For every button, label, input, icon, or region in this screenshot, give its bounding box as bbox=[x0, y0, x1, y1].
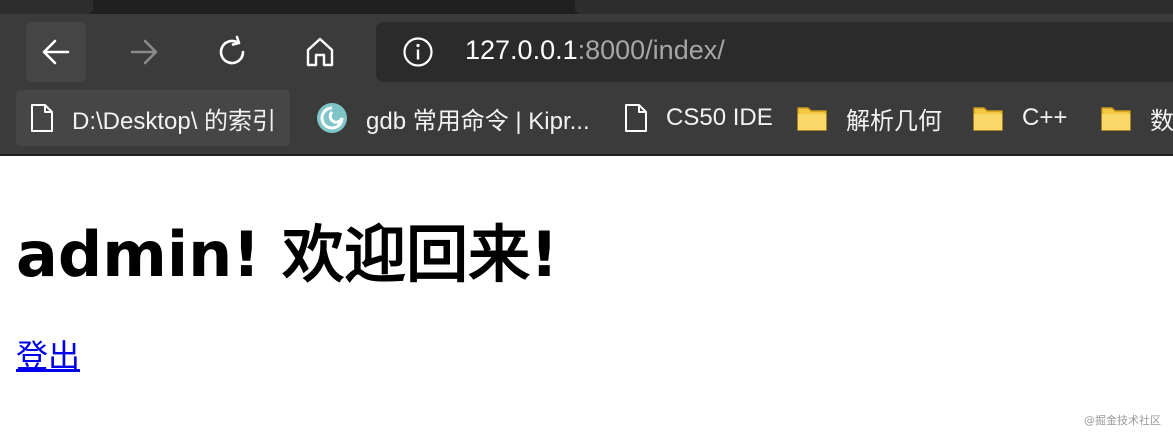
bookmark-folder-cpp[interactable]: C++ bbox=[972, 90, 1067, 146]
tab-left[interactable] bbox=[0, 0, 93, 14]
folder-icon bbox=[1100, 104, 1132, 132]
bookmark-label: 数 bbox=[1150, 107, 1173, 135]
bookmark-label: 解析几何 bbox=[846, 107, 942, 135]
url-host: 127.0.0.1 bbox=[465, 35, 578, 65]
bookmark-gdb[interactable]: gdb 常用命令 | Kipr... bbox=[316, 90, 590, 146]
logout-link[interactable]: 登出 bbox=[16, 331, 80, 377]
reload-button[interactable] bbox=[202, 22, 262, 82]
bookmark-label: gdb 常用命令 | Kipr... bbox=[366, 107, 590, 135]
browser-chrome: 127.0.0.1:8000/index/ D:\Desktop\ 的索引 gd… bbox=[0, 0, 1173, 156]
folder-icon bbox=[972, 104, 1004, 132]
site-info-icon[interactable] bbox=[402, 36, 434, 72]
page-heading: admin! 欢迎回来! bbox=[16, 218, 559, 291]
file-icon bbox=[30, 103, 54, 133]
address-bar[interactable]: 127.0.0.1:8000/index/ bbox=[376, 22, 1173, 82]
forward-arrow-icon bbox=[130, 39, 158, 65]
back-button[interactable] bbox=[26, 22, 86, 82]
reload-icon bbox=[219, 35, 245, 65]
back-arrow-icon bbox=[42, 39, 70, 65]
forward-button[interactable] bbox=[114, 22, 174, 82]
bookmark-cs50-ide[interactable]: CS50 IDE bbox=[624, 90, 773, 146]
bookmark-label: D:\Desktop\ 的索引 bbox=[72, 107, 277, 135]
folder-icon bbox=[796, 104, 828, 132]
tab-strip bbox=[0, 0, 1173, 14]
bookmark-folder-analytic-geometry[interactable]: 解析几何 bbox=[796, 90, 942, 146]
page-content: admin! 欢迎回来! 登出 @掘金技术社区 bbox=[0, 156, 1173, 436]
file-icon bbox=[624, 103, 648, 133]
bookmark-desktop-index[interactable]: D:\Desktop\ 的索引 bbox=[16, 90, 291, 146]
watermark: @掘金技术社区 bbox=[1084, 414, 1161, 427]
bookmark-folder-math[interactable]: 数 bbox=[1100, 90, 1173, 146]
toolbar: 127.0.0.1:8000/index/ bbox=[0, 14, 1173, 90]
site-favicon-icon bbox=[316, 102, 348, 134]
bookmark-label: C++ bbox=[1022, 104, 1068, 131]
home-button[interactable] bbox=[290, 22, 350, 82]
bookmarks-bar: D:\Desktop\ 的索引 gdb 常用命令 | Kipr... CS50 … bbox=[0, 90, 1173, 156]
url-text[interactable]: 127.0.0.1:8000/index/ bbox=[465, 35, 725, 66]
tab-right[interactable] bbox=[575, 0, 1173, 14]
url-path: :8000/index/ bbox=[577, 35, 725, 65]
home-icon bbox=[306, 37, 334, 67]
bookmark-label: CS50 IDE bbox=[666, 104, 773, 131]
